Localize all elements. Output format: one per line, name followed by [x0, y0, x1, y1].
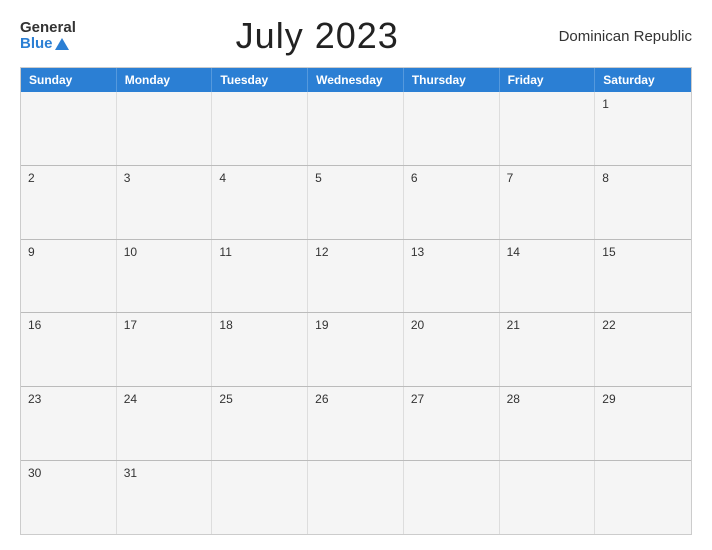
- day-cell: 6: [404, 166, 500, 239]
- day-cell: 7: [500, 166, 596, 239]
- day-cell: [117, 92, 213, 165]
- day-cell: 28: [500, 387, 596, 460]
- week-row-6: 30 31: [21, 461, 691, 534]
- day-cell: 11: [212, 240, 308, 313]
- day-cell: [404, 92, 500, 165]
- day-number: 13: [411, 245, 424, 259]
- day-cell: 10: [117, 240, 213, 313]
- day-number: 17: [124, 318, 137, 332]
- day-cell: [212, 461, 308, 534]
- day-number: 12: [315, 245, 328, 259]
- logo-triangle-icon: [55, 38, 69, 50]
- day-cell: 5: [308, 166, 404, 239]
- day-header-friday: Friday: [500, 68, 596, 92]
- day-cell: 18: [212, 313, 308, 386]
- logo: General Blue: [20, 20, 76, 53]
- logo-general-text: General: [20, 20, 76, 37]
- day-cell: 8: [595, 166, 691, 239]
- week-row-2: 2 3 4 5 6 7 8: [21, 166, 691, 240]
- day-number: 8: [602, 171, 609, 185]
- day-cell: 14: [500, 240, 596, 313]
- day-number: 18: [219, 318, 232, 332]
- day-cell: 13: [404, 240, 500, 313]
- day-header-sunday: Sunday: [21, 68, 117, 92]
- day-cell: [212, 92, 308, 165]
- week-row-5: 23 24 25 26 27 28 29: [21, 387, 691, 461]
- day-cell: [500, 461, 596, 534]
- day-number: 29: [602, 392, 615, 406]
- day-cell: [404, 461, 500, 534]
- day-number: 22: [602, 318, 615, 332]
- logo-blue-text: Blue: [20, 36, 76, 53]
- day-headers-row: SundayMondayTuesdayWednesdayThursdayFrid…: [21, 68, 691, 92]
- day-header-monday: Monday: [117, 68, 213, 92]
- day-number: 26: [315, 392, 328, 406]
- day-number: 3: [124, 171, 131, 185]
- day-number: 19: [315, 318, 328, 332]
- week-row-4: 16 17 18 19 20 21 22: [21, 313, 691, 387]
- day-number: 30: [28, 466, 41, 480]
- day-number: 5: [315, 171, 322, 185]
- day-cell: 16: [21, 313, 117, 386]
- day-cell: 4: [212, 166, 308, 239]
- week-row-1: 1: [21, 92, 691, 166]
- day-number: 6: [411, 171, 418, 185]
- day-cell: 17: [117, 313, 213, 386]
- day-cell: 25: [212, 387, 308, 460]
- week-row-3: 9 10 11 12 13 14 15: [21, 240, 691, 314]
- day-number: 11: [219, 245, 231, 259]
- day-cell: 29: [595, 387, 691, 460]
- day-cell: 19: [308, 313, 404, 386]
- day-cell: 31: [117, 461, 213, 534]
- day-cell: 12: [308, 240, 404, 313]
- day-number: 16: [28, 318, 41, 332]
- day-number: 1: [602, 97, 609, 111]
- day-number: 20: [411, 318, 424, 332]
- day-cell: 20: [404, 313, 500, 386]
- day-cell: 30: [21, 461, 117, 534]
- day-cell: [308, 92, 404, 165]
- calendar: SundayMondayTuesdayWednesdayThursdayFrid…: [20, 67, 692, 535]
- day-number: 2: [28, 171, 35, 185]
- day-number: 15: [602, 245, 615, 259]
- day-cell: 1: [595, 92, 691, 165]
- day-cell: 2: [21, 166, 117, 239]
- day-cell: [308, 461, 404, 534]
- day-header-saturday: Saturday: [595, 68, 691, 92]
- country-label: Dominican Republic: [559, 28, 692, 45]
- day-cell: 24: [117, 387, 213, 460]
- day-cell: 9: [21, 240, 117, 313]
- day-cell: [595, 461, 691, 534]
- day-cell: 3: [117, 166, 213, 239]
- day-number: 31: [124, 466, 137, 480]
- day-number: 9: [28, 245, 35, 259]
- day-number: 10: [124, 245, 137, 259]
- day-number: 27: [411, 392, 424, 406]
- day-number: 21: [507, 318, 520, 332]
- calendar-body: 1234567891011121314151617181920212223242…: [21, 92, 691, 534]
- day-number: 23: [28, 392, 41, 406]
- day-cell: 27: [404, 387, 500, 460]
- day-cell: 15: [595, 240, 691, 313]
- day-number: 28: [507, 392, 520, 406]
- day-cell: [21, 92, 117, 165]
- day-number: 7: [507, 171, 514, 185]
- day-cell: [500, 92, 596, 165]
- day-header-wednesday: Wednesday: [308, 68, 404, 92]
- day-number: 25: [219, 392, 232, 406]
- day-cell: 21: [500, 313, 596, 386]
- day-number: 14: [507, 245, 520, 259]
- page-header: General Blue July 2023 Dominican Republi…: [20, 15, 692, 57]
- month-title: July 2023: [236, 15, 399, 57]
- day-header-tuesday: Tuesday: [212, 68, 308, 92]
- day-number: 24: [124, 392, 137, 406]
- day-cell: 22: [595, 313, 691, 386]
- day-header-thursday: Thursday: [404, 68, 500, 92]
- day-cell: 26: [308, 387, 404, 460]
- day-number: 4: [219, 171, 226, 185]
- day-cell: 23: [21, 387, 117, 460]
